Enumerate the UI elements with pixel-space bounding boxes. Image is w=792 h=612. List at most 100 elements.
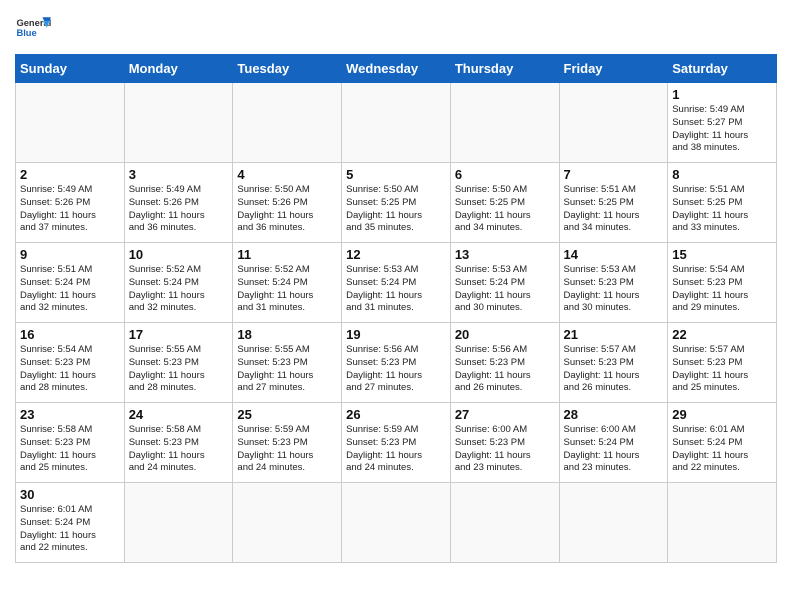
- day-info: Sunrise: 5:54 AM Sunset: 5:23 PM Dayligh…: [672, 264, 772, 315]
- day-info: Sunrise: 5:51 AM Sunset: 5:24 PM Dayligh…: [20, 264, 120, 315]
- day-number: 30: [20, 487, 120, 502]
- day-number: 1: [672, 87, 772, 102]
- day-info: Sunrise: 5:53 AM Sunset: 5:24 PM Dayligh…: [455, 264, 555, 315]
- svg-text:Blue: Blue: [16, 28, 36, 38]
- logo-icon: General Blue: [15, 10, 51, 46]
- calendar-cell: 13 Sunrise: 5:53 AM Sunset: 5:24 PM Dayli…: [450, 243, 559, 323]
- day-info: Sunrise: 6:01 AM Sunset: 5:24 PM Dayligh…: [20, 504, 120, 555]
- day-number: 23: [20, 407, 120, 422]
- day-info: Sunrise: 5:52 AM Sunset: 5:24 PM Dayligh…: [237, 264, 337, 315]
- calendar-cell: [233, 83, 342, 163]
- day-number: 14: [564, 247, 664, 262]
- weekday-header: Sunday: [16, 55, 125, 83]
- day-number: 19: [346, 327, 446, 342]
- calendar-cell: 29 Sunrise: 6:01 AM Sunset: 5:24 PM Dayli…: [668, 403, 777, 483]
- day-info: Sunrise: 5:53 AM Sunset: 5:24 PM Dayligh…: [346, 264, 446, 315]
- calendar-cell: 12Sunrise: 5:53 AM Sunset: 5:24 PM Dayli…: [342, 243, 451, 323]
- day-info: Sunrise: 5:59 AM Sunset: 5:23 PM Dayligh…: [237, 424, 337, 475]
- calendar-cell: 5 Sunrise: 5:50 AM Sunset: 5:25 PM Daylig…: [342, 163, 451, 243]
- day-number: 16: [20, 327, 120, 342]
- calendar-cell: 4 Sunrise: 5:50 AM Sunset: 5:26 PM Daylig…: [233, 163, 342, 243]
- day-info: Sunrise: 5:59 AM Sunset: 5:23 PM Dayligh…: [346, 424, 446, 475]
- calendar-cell: 2 Sunrise: 5:49 AM Sunset: 5:26 PM Daylig…: [16, 163, 125, 243]
- calendar-cell: 14Sunrise: 5:53 AM Sunset: 5:23 PM Dayli…: [559, 243, 668, 323]
- calendar-cell: 7 Sunrise: 5:51 AM Sunset: 5:25 PM Daylig…: [559, 163, 668, 243]
- day-number: 20: [455, 327, 555, 342]
- day-number: 17: [129, 327, 229, 342]
- day-info: Sunrise: 5:57 AM Sunset: 5:23 PM Dayligh…: [672, 344, 772, 395]
- day-info: Sunrise: 5:50 AM Sunset: 5:25 PM Dayligh…: [455, 184, 555, 235]
- day-number: 9: [20, 247, 120, 262]
- weekday-header: Thursday: [450, 55, 559, 83]
- calendar-header-row: SundayMondayTuesdayWednesdayThursdayFrid…: [16, 55, 777, 83]
- weekday-header: Friday: [559, 55, 668, 83]
- calendar-cell: 1Sunrise: 5:49 AM Sunset: 5:27 PM Daylig…: [668, 83, 777, 163]
- calendar-week-row: 30 Sunrise: 6:01 AM Sunset: 5:24 PM Dayli…: [16, 483, 777, 563]
- day-number: 5: [346, 167, 446, 182]
- calendar-cell: 18Sunrise: 5:55 AM Sunset: 5:23 PM Dayli…: [233, 323, 342, 403]
- weekday-header: Tuesday: [233, 55, 342, 83]
- day-number: 6: [455, 167, 555, 182]
- day-number: 18: [237, 327, 337, 342]
- calendar-cell: 9 Sunrise: 5:51 AM Sunset: 5:24 PM Daylig…: [16, 243, 125, 323]
- calendar-cell: 24 Sunrise: 5:58 AM Sunset: 5:23 PM Dayli…: [124, 403, 233, 483]
- weekday-header: Saturday: [668, 55, 777, 83]
- day-number: 22: [672, 327, 772, 342]
- calendar-cell: [124, 83, 233, 163]
- day-number: 27: [455, 407, 555, 422]
- calendar-cell: 26 Sunrise: 5:59 AM Sunset: 5:23 PM Dayli…: [342, 403, 451, 483]
- day-number: 8: [672, 167, 772, 182]
- day-number: 4: [237, 167, 337, 182]
- day-info: Sunrise: 5:52 AM Sunset: 5:24 PM Dayligh…: [129, 264, 229, 315]
- day-info: Sunrise: 5:51 AM Sunset: 5:25 PM Dayligh…: [564, 184, 664, 235]
- calendar-cell: 15 Sunrise: 5:54 AM Sunset: 5:23 PM Dayli…: [668, 243, 777, 323]
- calendar-week-row: 9 Sunrise: 5:51 AM Sunset: 5:24 PM Daylig…: [16, 243, 777, 323]
- calendar-cell: [16, 83, 125, 163]
- calendar-cell: 27 Sunrise: 6:00 AM Sunset: 5:23 PM Dayli…: [450, 403, 559, 483]
- day-info: Sunrise: 5:58 AM Sunset: 5:23 PM Dayligh…: [20, 424, 120, 475]
- calendar-week-row: 1Sunrise: 5:49 AM Sunset: 5:27 PM Daylig…: [16, 83, 777, 163]
- day-info: Sunrise: 5:51 AM Sunset: 5:25 PM Dayligh…: [672, 184, 772, 235]
- calendar-cell: [450, 483, 559, 563]
- calendar-cell: 19 Sunrise: 5:56 AM Sunset: 5:23 PM Dayli…: [342, 323, 451, 403]
- day-number: 13: [455, 247, 555, 262]
- day-number: 29: [672, 407, 772, 422]
- calendar-cell: 6 Sunrise: 5:50 AM Sunset: 5:25 PM Daylig…: [450, 163, 559, 243]
- calendar-cell: 28Sunrise: 6:00 AM Sunset: 5:24 PM Dayli…: [559, 403, 668, 483]
- logo: General Blue: [15, 10, 51, 46]
- day-number: 24: [129, 407, 229, 422]
- day-info: Sunrise: 5:49 AM Sunset: 5:26 PM Dayligh…: [20, 184, 120, 235]
- weekday-header: Monday: [124, 55, 233, 83]
- day-number: 26: [346, 407, 446, 422]
- day-info: Sunrise: 5:58 AM Sunset: 5:23 PM Dayligh…: [129, 424, 229, 475]
- day-info: Sunrise: 5:56 AM Sunset: 5:23 PM Dayligh…: [455, 344, 555, 395]
- day-number: 10: [129, 247, 229, 262]
- day-info: Sunrise: 6:00 AM Sunset: 5:23 PM Dayligh…: [455, 424, 555, 475]
- day-number: 2: [20, 167, 120, 182]
- calendar-cell: 17Sunrise: 5:55 AM Sunset: 5:23 PM Dayli…: [124, 323, 233, 403]
- day-number: 7: [564, 167, 664, 182]
- calendar-cell: 25Sunrise: 5:59 AM Sunset: 5:23 PM Dayli…: [233, 403, 342, 483]
- calendar-cell: [233, 483, 342, 563]
- day-number: 15: [672, 247, 772, 262]
- calendar-table: SundayMondayTuesdayWednesdayThursdayFrid…: [15, 54, 777, 563]
- calendar-cell: 11 Sunrise: 5:52 AM Sunset: 5:24 PM Dayli…: [233, 243, 342, 323]
- calendar-week-row: 2 Sunrise: 5:49 AM Sunset: 5:26 PM Daylig…: [16, 163, 777, 243]
- day-info: Sunrise: 5:56 AM Sunset: 5:23 PM Dayligh…: [346, 344, 446, 395]
- calendar-week-row: 16Sunrise: 5:54 AM Sunset: 5:23 PM Dayli…: [16, 323, 777, 403]
- calendar-cell: 30 Sunrise: 6:01 AM Sunset: 5:24 PM Dayli…: [16, 483, 125, 563]
- calendar-cell: 16Sunrise: 5:54 AM Sunset: 5:23 PM Dayli…: [16, 323, 125, 403]
- day-info: Sunrise: 5:50 AM Sunset: 5:25 PM Dayligh…: [346, 184, 446, 235]
- day-info: Sunrise: 6:01 AM Sunset: 5:24 PM Dayligh…: [672, 424, 772, 475]
- calendar-cell: [342, 83, 451, 163]
- calendar-week-row: 23 Sunrise: 5:58 AM Sunset: 5:23 PM Dayli…: [16, 403, 777, 483]
- calendar-cell: [450, 83, 559, 163]
- day-info: Sunrise: 5:50 AM Sunset: 5:26 PM Dayligh…: [237, 184, 337, 235]
- calendar-cell: 21Sunrise: 5:57 AM Sunset: 5:23 PM Dayli…: [559, 323, 668, 403]
- day-number: 21: [564, 327, 664, 342]
- calendar-cell: 22 Sunrise: 5:57 AM Sunset: 5:23 PM Dayli…: [668, 323, 777, 403]
- calendar-cell: 3Sunrise: 5:49 AM Sunset: 5:26 PM Daylig…: [124, 163, 233, 243]
- calendar-cell: 20 Sunrise: 5:56 AM Sunset: 5:23 PM Dayli…: [450, 323, 559, 403]
- calendar-cell: [342, 483, 451, 563]
- day-number: 11: [237, 247, 337, 262]
